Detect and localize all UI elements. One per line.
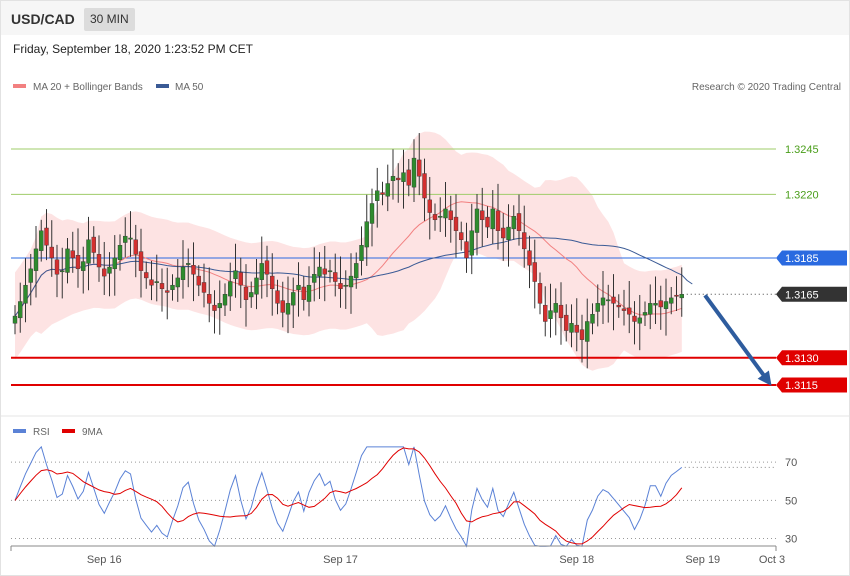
- legend-ma50-label: MA 50: [175, 82, 204, 93]
- legend-rsi-label: RSI: [33, 427, 50, 438]
- forecast-arrow-shaft: [703, 294, 770, 383]
- legend-ma20-swatch: [13, 84, 26, 88]
- legend-rsi-swatch: [13, 429, 26, 433]
- legend-ma50-swatch: [156, 84, 169, 88]
- level-label-1.3245: 1.3245: [785, 144, 819, 156]
- rsi-tick-50: 50: [785, 495, 797, 507]
- level-label-1.3115: 1.3115: [785, 380, 818, 392]
- level-label-1.3165: 1.3165: [785, 289, 819, 301]
- rsi-tick-70: 70: [785, 457, 797, 469]
- x-tick-label: Sep 18: [559, 554, 594, 566]
- level-label-1.3185: 1.3185: [785, 253, 819, 265]
- x-tick-label: Sep 19: [685, 554, 720, 566]
- level-label-1.3220: 1.3220: [785, 189, 819, 201]
- copyright: Research © 2020 Trading Central: [692, 82, 841, 93]
- legend-rsi-ma-label: 9MA: [82, 427, 103, 438]
- level-label-1.3130: 1.3130: [785, 353, 819, 365]
- rsi-panel: 30 50 70: [11, 445, 797, 548]
- price-chart: MA 20 + Bollinger Bands MA 50 Research ©…: [1, 82, 849, 566]
- x-tick-label: Sep 17: [323, 554, 358, 566]
- rsi-tick-30: 30: [785, 534, 797, 546]
- forecast-arrow: [703, 294, 772, 386]
- legend-ma20-label: MA 20 + Bollinger Bands: [33, 82, 143, 93]
- level-labels: 1.3245 1.3220 1.3185 1.3165 1.3130 1.3115: [776, 144, 847, 393]
- legend-rsi-ma-swatch: [62, 429, 75, 433]
- x-axis: Sep 16 Sep 17 Sep 18 Sep 19 Oct 3: [10, 545, 785, 566]
- x-tick-label: Oct 3: [759, 554, 785, 566]
- x-tick-label: Sep 16: [87, 554, 122, 566]
